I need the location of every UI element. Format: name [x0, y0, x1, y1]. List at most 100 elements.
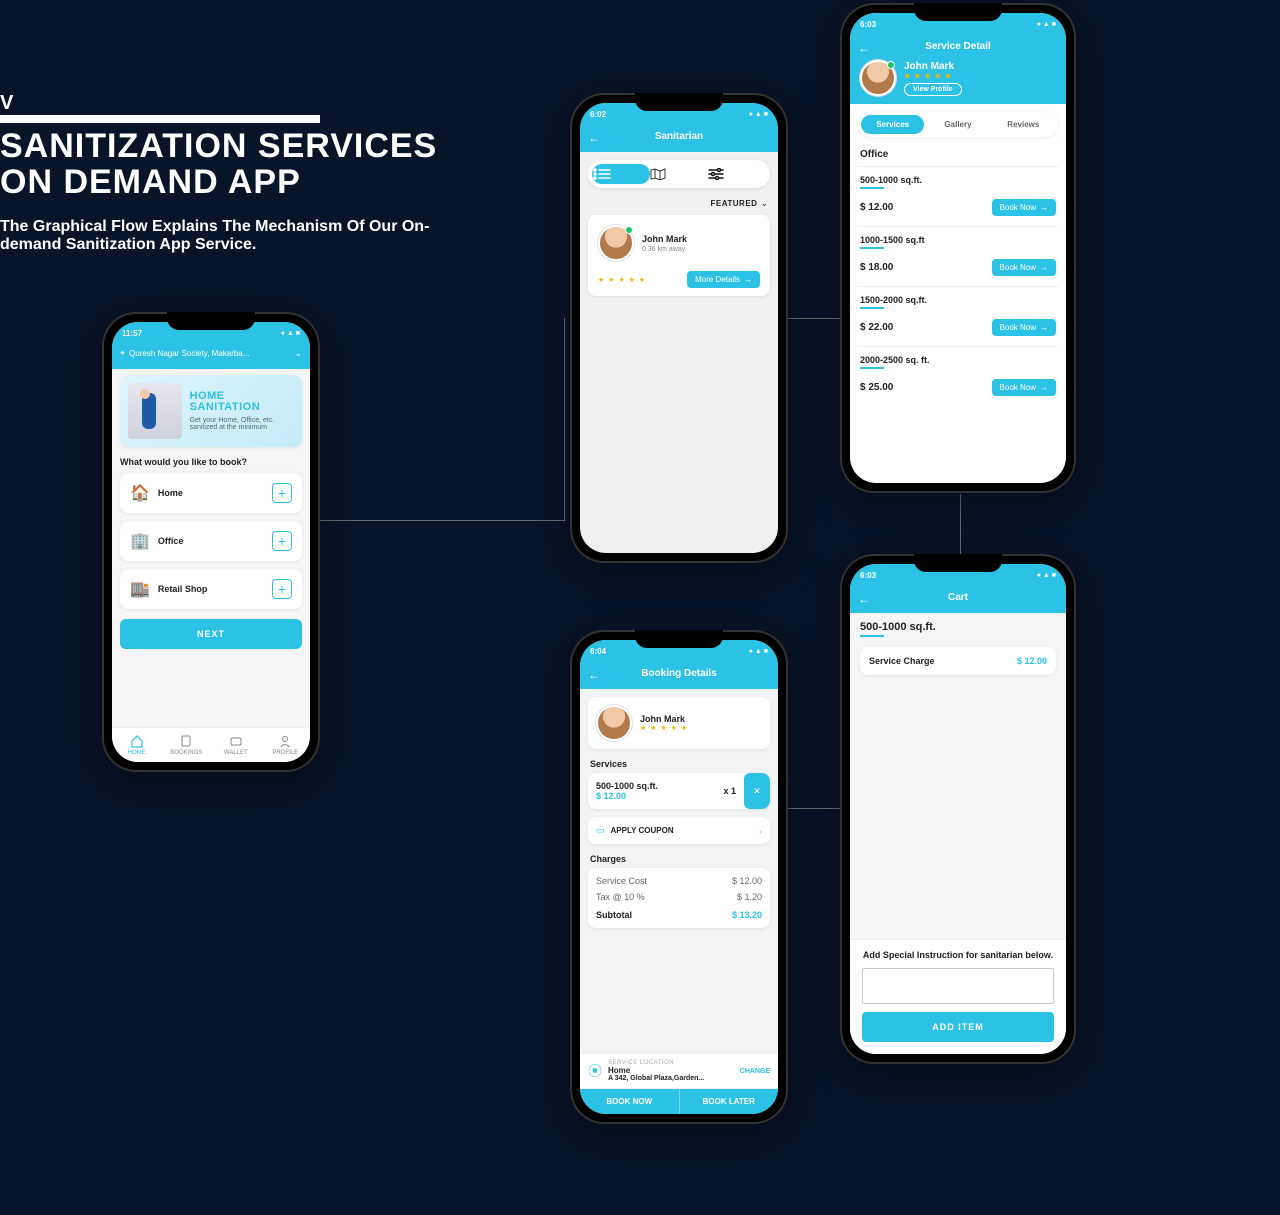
flow-line	[788, 808, 840, 809]
phone-home-screen: 11:57 ● ▲ ■ ⌖ Quresh Nagar Society, Maka…	[102, 312, 320, 772]
chevron-down-icon: ⌄	[760, 198, 768, 209]
nav-home[interactable]: HOME	[112, 728, 162, 762]
book-later-button[interactable]: BOOK LATER	[680, 1089, 779, 1114]
book-now-button[interactable]: Book Now →	[992, 379, 1056, 396]
view-profile-button[interactable]: View Profile	[904, 83, 962, 96]
map-view-button[interactable]	[650, 164, 708, 184]
change-location-button[interactable]: CHANGE	[740, 1068, 770, 1075]
charge-value: $ 12.00	[732, 876, 762, 886]
chevron-right-icon: ›	[759, 826, 762, 836]
service-price: $ 25.00	[860, 382, 893, 393]
option-label: Home	[158, 488, 272, 498]
nav-profile[interactable]: PROFILE	[261, 728, 311, 762]
option-home[interactable]: 🏠 Home +	[120, 473, 302, 513]
service-label: 1000-1500 sq.ft	[860, 235, 1056, 245]
service-label: 2000-2500 sq. ft.	[860, 355, 1056, 365]
status-icons: ● ▲ ■	[281, 330, 300, 337]
office-icon: 🏢	[130, 531, 150, 551]
add-item-button[interactable]: ADD ITEM	[862, 1012, 1054, 1042]
plus-icon[interactable]: +	[272, 483, 292, 503]
row-label: Service Charge	[869, 656, 1017, 666]
line-label: 500-1000 sq.ft.	[596, 781, 707, 791]
underline	[860, 247, 884, 249]
loc-addr: A 342, Global Plaza,Garden...	[608, 1075, 734, 1082]
page-headline: V SANITIZATION SERVICES ON DEMAND APP Th…	[0, 92, 437, 254]
option-retail[interactable]: 🏬 Retail Shop +	[120, 569, 302, 609]
online-dot-icon	[625, 226, 633, 234]
instruction-label: Add Special Instruction for sanitarian b…	[862, 950, 1054, 960]
status-time: 6:03	[860, 20, 876, 29]
flow-line	[320, 520, 565, 521]
back-icon[interactable]: ←	[588, 668, 600, 682]
apply-coupon[interactable]: ▭ APPLY COUPON ›	[588, 817, 770, 844]
flow-line	[960, 494, 961, 554]
phone-notch	[167, 312, 255, 330]
service-price: $ 22.00	[860, 322, 893, 333]
screen-header: ← Booking Details	[580, 662, 778, 689]
underline	[860, 635, 884, 637]
avatar	[860, 60, 896, 96]
back-icon[interactable]: ←	[588, 131, 600, 145]
promo-banner[interactable]: HOME SANITATION Get your Home, Office, e…	[120, 375, 302, 447]
list-view-button[interactable]	[592, 164, 650, 184]
screen-title: Booking Details	[641, 668, 717, 679]
page-subtitle: The Graphical Flow Explains The Mechanis…	[0, 218, 430, 254]
tab-services[interactable]: Services	[861, 115, 924, 134]
service-line-item: 500-1000 sq.ft. $ 12.00 x 1 ✕	[588, 773, 770, 809]
eyebrow-char: V	[0, 92, 437, 115]
location-bar[interactable]: ⌖ Quresh Nagar Society, Makarba... ⌄	[112, 344, 310, 369]
plus-icon[interactable]: +	[272, 579, 292, 599]
book-now-button[interactable]: Book Now →	[992, 319, 1056, 336]
next-button[interactable]: NEXT	[120, 619, 302, 649]
row-value: $ 12.00	[1017, 656, 1047, 666]
phone-provider-list: 6:02 ● ▲ ■ ← Sanitarian FEATURED ⌄	[570, 93, 788, 563]
status-time: 11:57	[122, 329, 142, 338]
coupon-label: APPLY COUPON	[611, 826, 674, 835]
status-icons: ● ▲ ■	[749, 111, 768, 118]
flow-line	[788, 318, 840, 319]
nav-wallet[interactable]: WALLET	[211, 728, 261, 762]
coupon-icon: ▭	[596, 825, 605, 836]
detail-tabs: Services Gallery Reviews	[858, 112, 1058, 137]
service-row: 500-1000 sq.ft.$ 12.00Book Now →	[858, 166, 1058, 226]
prompt-text: What would you like to book?	[120, 457, 302, 467]
services-heading: Services	[590, 759, 768, 769]
phone-notch	[914, 3, 1002, 21]
plus-icon[interactable]: +	[272, 531, 292, 551]
line-qty: x 1	[715, 778, 744, 804]
provider-name: John Mark	[904, 61, 962, 72]
service-label: 500-1000 sq.ft.	[860, 175, 1056, 185]
screen-header: ← Sanitarian	[580, 125, 778, 152]
filter-button[interactable]	[708, 164, 766, 184]
book-now-button[interactable]: Book Now →	[992, 199, 1056, 216]
status-time: 6:04	[590, 647, 606, 656]
phone-notch	[635, 630, 723, 648]
remove-item-button[interactable]: ✕	[744, 773, 770, 809]
book-now-button[interactable]: Book Now →	[992, 259, 1056, 276]
tab-reviews[interactable]: Reviews	[992, 115, 1055, 134]
flow-line	[564, 318, 565, 521]
provider-name: John Mark	[642, 234, 687, 244]
screen-header: ← Service Detail John Mark ★ ★ ★ ★ ★ Vie…	[850, 35, 1066, 104]
back-icon[interactable]: ←	[858, 41, 870, 55]
status-icons: ● ▲ ■	[1037, 572, 1056, 579]
rating-stars: ★ ★ ★ ★ ★	[904, 72, 962, 80]
option-office[interactable]: 🏢 Office +	[120, 521, 302, 561]
service-row: 1000-1500 sq.ft$ 18.00Book Now →	[858, 226, 1058, 286]
provider-card[interactable]: John Mark 0.36 km away ★ ★ ★ ★ ★ More De…	[588, 215, 770, 296]
nav-bookings[interactable]: BOOKINGS	[162, 728, 212, 762]
line-price: $ 12.00	[596, 791, 707, 801]
arrow-right-icon: →	[1040, 203, 1048, 212]
charges-heading: Charges	[590, 854, 768, 864]
section-title: Office	[860, 149, 1056, 160]
arrow-right-icon: →	[1040, 263, 1048, 272]
book-now-button[interactable]: BOOK NOW	[580, 1089, 680, 1114]
featured-sort[interactable]: FEATURED ⌄	[590, 198, 768, 209]
back-icon[interactable]: ←	[858, 592, 870, 606]
tab-gallery[interactable]: Gallery	[926, 115, 989, 134]
more-details-button[interactable]: More Details→	[687, 271, 760, 288]
subtotal-label: Subtotal	[596, 910, 732, 920]
rating-stars: ★ ★ ★ ★ ★	[640, 724, 688, 732]
status-icons: ● ▲ ■	[1037, 21, 1056, 28]
instruction-input[interactable]	[862, 968, 1054, 1004]
